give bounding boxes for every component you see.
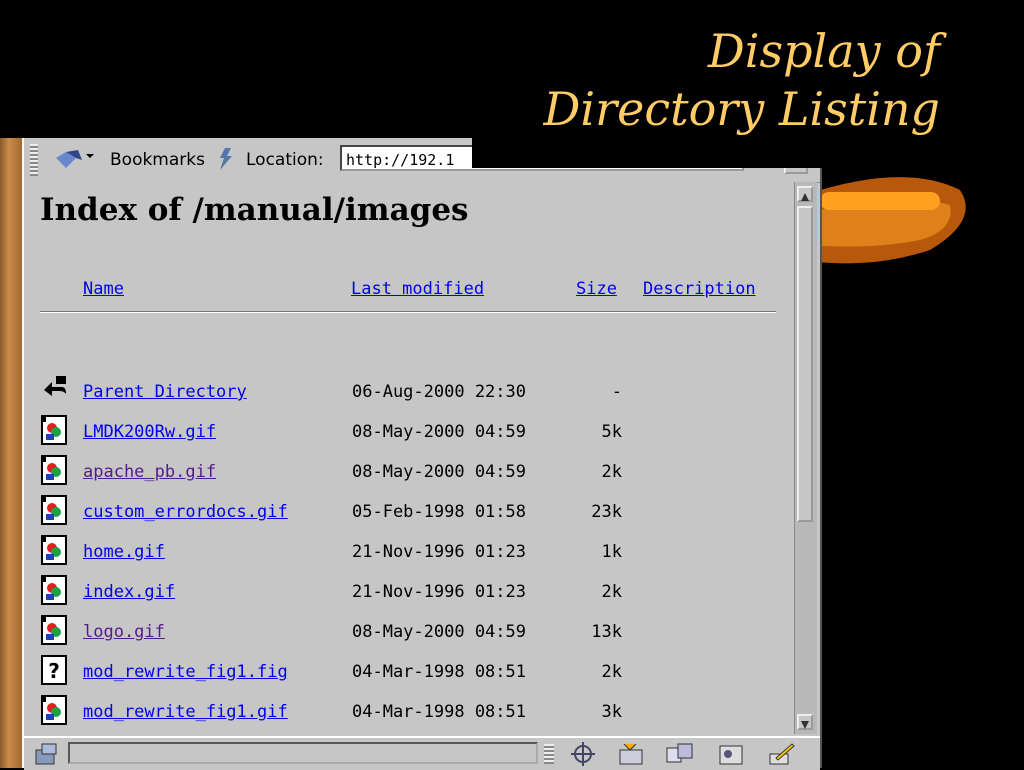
back-icon[interactable]	[40, 374, 68, 406]
image-icon[interactable]	[40, 694, 68, 726]
file-size: 2k	[601, 462, 622, 482]
location-label: Location:	[246, 150, 324, 170]
file-last-modified: 21-Nov-1996 01:23	[352, 582, 526, 602]
bookmarks-icon[interactable]	[52, 148, 96, 170]
file-size: 2k	[601, 662, 622, 682]
page-title: Index of /manual/images	[40, 192, 469, 228]
table-row: mod_rewrite_fig1.gif 04-Mar-1998 08:51 3k	[24, 694, 794, 734]
file-size: 5k	[601, 422, 622, 442]
file-link[interactable]: logo.gif	[83, 622, 165, 642]
table-row: LMDK200Rw.gif 08-May-2000 04:59 5k	[24, 414, 794, 454]
toolbar-grip[interactable]	[30, 144, 38, 176]
file-last-modified: 04-Mar-1998 08:51	[352, 702, 526, 722]
wood-strip	[0, 138, 22, 768]
file-link[interactable]: apache_pb.gif	[83, 462, 216, 482]
file-last-modified: 08-May-2000 04:59	[352, 422, 526, 442]
file-size: 3k	[601, 702, 622, 722]
table-row: Parent Directory 06-Aug-2000 22:30 -	[24, 374, 794, 414]
status-bar	[24, 736, 820, 770]
file-link[interactable]: Parent Directory	[83, 382, 247, 402]
file-link[interactable]: mod_rewrite_fig1.gif	[83, 702, 288, 722]
unknown-icon[interactable]: ?	[40, 654, 68, 686]
column-header-description[interactable]: Description	[643, 279, 756, 299]
file-link[interactable]: home.gif	[83, 542, 165, 562]
table-row: logo.gif 08-May-2000 04:59 13k	[24, 614, 794, 654]
file-size: 1k	[601, 542, 622, 562]
file-last-modified: 05-Feb-1998 01:58	[352, 502, 526, 522]
file-link[interactable]: custom_errordocs.gif	[83, 502, 288, 522]
bookmarks-button[interactable]: Bookmarks	[110, 150, 205, 170]
header-divider	[40, 311, 776, 313]
slide-title: Display of Directory Listing	[544, 22, 940, 138]
file-size: 23k	[591, 502, 622, 522]
address-book-icon[interactable]	[716, 740, 746, 768]
location-icon	[220, 148, 232, 170]
image-icon[interactable]	[40, 454, 68, 486]
table-row: custom_errordocs.gif 05-Feb-1998 01:58 23k	[24, 494, 794, 534]
mail-icon[interactable]	[616, 740, 646, 768]
security-lock-icon[interactable]	[32, 742, 60, 766]
file-last-modified: 08-May-2000 04:59	[352, 622, 526, 642]
image-icon[interactable]	[40, 614, 68, 646]
table-row: home.gif 21-Nov-1996 01:23 1k	[24, 534, 794, 574]
table-row: ? mod_rewrite_fig1.fig 04-Mar-1998 08:51 2k	[24, 654, 794, 694]
scroll-down-button[interactable]	[797, 714, 813, 730]
page-content: Index of /manual/images Name Last modifi…	[24, 182, 794, 734]
file-size: 13k	[591, 622, 622, 642]
scroll-up-arrow-icon	[801, 193, 809, 201]
file-last-modified: 08-May-2000 04:59	[352, 462, 526, 482]
scroll-up-button[interactable]	[797, 186, 813, 202]
column-header-last-modified[interactable]: Last modified	[351, 279, 484, 299]
slide-title-line-1: Display of	[707, 24, 940, 78]
image-icon[interactable]	[40, 534, 68, 566]
image-icon[interactable]	[40, 414, 68, 446]
image-icon[interactable]	[40, 574, 68, 606]
scroll-down-arrow-icon	[801, 721, 809, 729]
component-bar-grip[interactable]	[544, 744, 554, 764]
column-header-name[interactable]: Name	[83, 279, 124, 299]
file-last-modified: 04-Mar-1998 08:51	[352, 662, 526, 682]
file-size: -	[611, 382, 622, 402]
file-size: 2k	[601, 582, 622, 602]
file-link[interactable]: index.gif	[83, 582, 175, 602]
slide-title-line-2: Directory Listing	[543, 82, 940, 136]
navigator-icon[interactable]	[568, 740, 598, 768]
composer-icon[interactable]	[766, 740, 796, 768]
status-text-field	[68, 742, 538, 764]
file-link[interactable]: mod_rewrite_fig1.fig	[83, 662, 288, 682]
table-row: index.gif 21-Nov-1996 01:23 2k	[24, 574, 794, 614]
file-link[interactable]: LMDK200Rw.gif	[83, 422, 216, 442]
image-icon[interactable]	[40, 494, 68, 526]
file-last-modified: 21-Nov-1996 01:23	[352, 542, 526, 562]
vertical-scrollbar[interactable]	[794, 182, 817, 734]
newsgroups-icon[interactable]	[664, 740, 694, 768]
table-row: apache_pb.gif 08-May-2000 04:59 2k	[24, 454, 794, 494]
file-last-modified: 06-Aug-2000 22:30	[352, 382, 526, 402]
scroll-thumb[interactable]	[797, 206, 813, 522]
svg-text:?: ?	[48, 659, 60, 683]
column-header-size[interactable]: Size	[576, 279, 617, 299]
browser-window: Bookmarks Location: http://192.1 Index o…	[22, 138, 822, 770]
